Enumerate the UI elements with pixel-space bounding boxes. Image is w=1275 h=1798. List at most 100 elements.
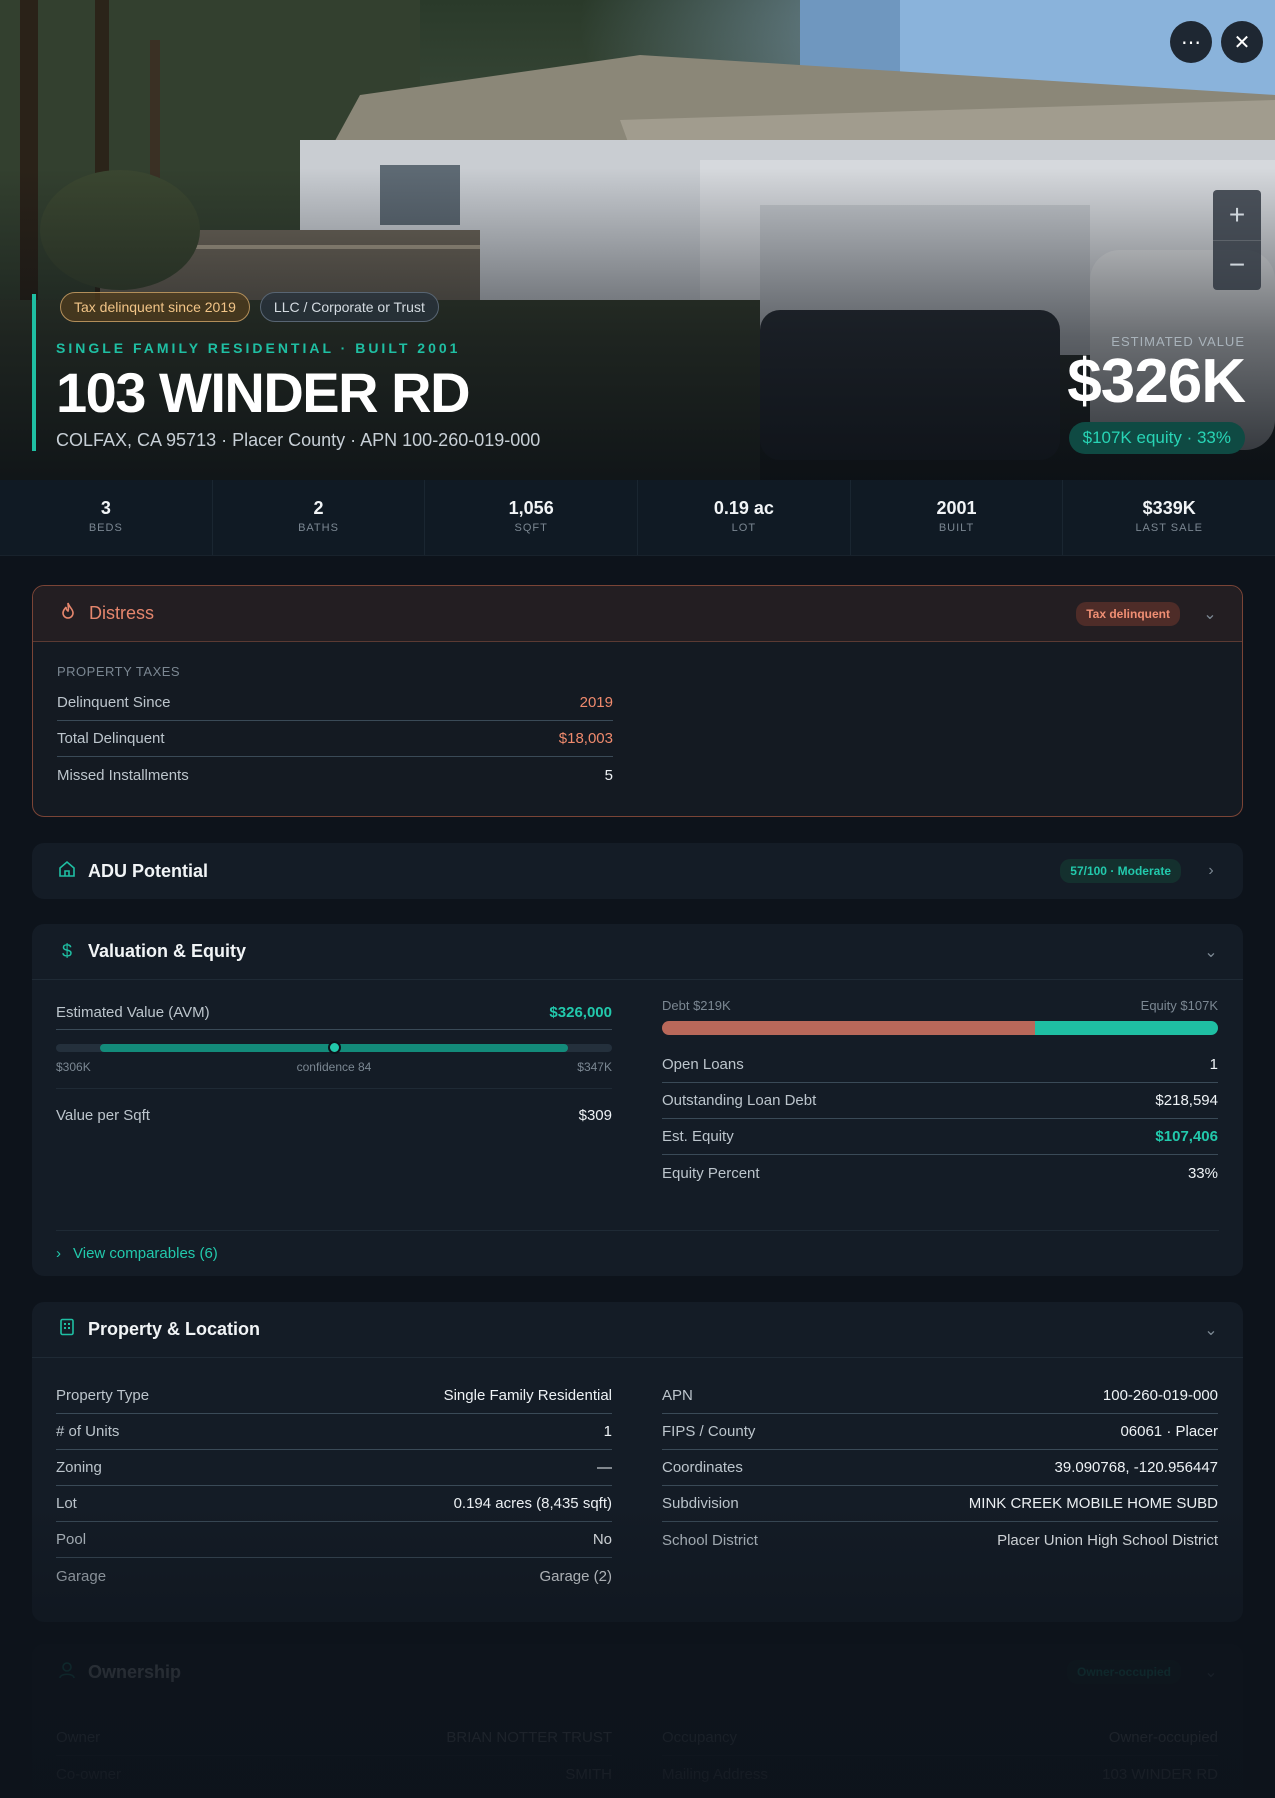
tax-delinquent-chip: Tax delinquent since 2019 (60, 292, 250, 322)
hero-chips: Tax delinquent since 2019 LLC / Corporat… (60, 292, 439, 322)
kv-key: Property Type (56, 1387, 150, 1404)
adu-title: ADU Potential (88, 860, 209, 881)
kv-value: 1 (1209, 1056, 1218, 1073)
tax-delinquent-badge: Tax delinquent (1076, 601, 1180, 626)
kv-value: 39.090768, -120.956447 (1054, 1459, 1218, 1476)
range-labels: $306K confidence 84 $347K (56, 1060, 612, 1074)
ownership-left-column: Owner BRIAN NOTTER TRUST Co-owner SMITH (56, 1720, 612, 1792)
kv-value: Single Family Residential (443, 1387, 612, 1404)
kv-key: Coordinates (662, 1459, 743, 1476)
kv-key: # of Units (56, 1423, 120, 1440)
distress-card: Distress Tax delinquent ⌄ PROPERTY TAXES… (32, 585, 1243, 817)
chevron-down-icon[interactable]: ⌄ (1203, 942, 1219, 962)
chevron-down-icon[interactable]: ⌄ (1202, 604, 1218, 624)
property-right-column: APN 100-260-019-000 FIPS / County 06061 · … (662, 1378, 1218, 1558)
kv-key: Est. Equity (662, 1128, 734, 1145)
avm-row: Estimated Value (AVM) $326,000 (56, 1004, 612, 1021)
chevron-down-icon[interactable]: ⌄ (1203, 1320, 1219, 1340)
stat-value: 2 (313, 498, 324, 518)
more-options-button[interactable]: ⋯ (1170, 21, 1212, 63)
close-button[interactable]: ✕ (1221, 21, 1263, 63)
avm-column: Estimated Value (AVM) $326,000 $306K con… (56, 1004, 612, 1124)
avm-value: $326,000 (549, 1004, 612, 1021)
kv-row: Total Delinquent $18,003 (57, 721, 613, 757)
ownership-title: Ownership (88, 1661, 182, 1682)
stats-bar: 3 BEDS 2 BATHS 1,056 SQFT 0.19 ac LOT 2001 BU… (0, 480, 1275, 556)
distress-title: Distress (89, 603, 155, 623)
value-range-point (328, 1041, 341, 1054)
kv-row: Occupancy Owner-occupied (662, 1720, 1218, 1756)
kv-row: Subdivision MINK CREEK MOBILE HOME SUBD (662, 1486, 1218, 1522)
value-per-sqft-label: Value per Sqft (56, 1107, 150, 1124)
stat-label: BEDS (88, 522, 123, 534)
property-header[interactable]: Property & Location ⌄ (32, 1302, 1243, 1358)
kv-row: # of Units 1 (56, 1414, 612, 1450)
kv-value: MINK CREEK MOBILE HOME SUBD (968, 1495, 1218, 1512)
chevron-down-icon[interactable]: ⌄ (1203, 1662, 1219, 1682)
equity-label: Equity $107K (1140, 998, 1218, 1013)
kv-key: APN (662, 1387, 693, 1404)
kv-key: Open Loans (662, 1056, 744, 1073)
kv-value: $18,003 (558, 730, 613, 747)
property-left-column: Property Type Single Family Residential #… (56, 1378, 612, 1594)
kv-key: Pool (56, 1531, 87, 1548)
kv-row: Mailing Address 103 WINDER RD (662, 1756, 1218, 1792)
kv-row: Owner BRIAN NOTTER TRUST (56, 1720, 612, 1756)
kv-row: School District Placer Union High School … (662, 1522, 1218, 1558)
kv-row: Est. Equity $107,406 (662, 1119, 1218, 1155)
range-low: $306K (56, 1060, 91, 1074)
valuation-card: $ Valuation & Equity ⌄ Estimated Value (… (32, 924, 1243, 1276)
debt-equity-labels: Debt $219K Equity $107K (662, 998, 1218, 1013)
stat-value: 3 (100, 498, 111, 518)
ownership-header[interactable]: Ownership Owner-occupied ⌄ (32, 1644, 1243, 1700)
zoom-in-button[interactable]: + (1213, 190, 1261, 241)
tax-details: Delinquent Since 2019 Total Delinquent $18… (57, 685, 613, 793)
kv-row: Pool No (56, 1522, 612, 1558)
kv-key: Outstanding Loan Debt (662, 1092, 817, 1109)
property-meta: SINGLE FAMILY RESIDENTIAL · BUILT 2001 (56, 340, 461, 356)
view-comparables-link[interactable]: › View comparables (6) (56, 1230, 1219, 1262)
valuation-title: Valuation & Equity (88, 941, 247, 961)
zoom-out-button[interactable]: − (1213, 241, 1261, 291)
confidence-label: confidence 84 (296, 1060, 372, 1074)
view-comparables-label: View comparables (6) (73, 1245, 218, 1262)
kv-key: Delinquent Since (57, 694, 171, 711)
equity-segment (1034, 1021, 1218, 1035)
kv-key: Co-owner (56, 1765, 122, 1783)
kv-row: Zoning — (56, 1450, 612, 1486)
chevron-right-icon[interactable]: › (1203, 862, 1219, 880)
kv-row: Delinquent Since 2019 (57, 685, 613, 721)
kv-value: Garage (2) (539, 1567, 612, 1585)
value-range-bar (56, 1041, 612, 1054)
address-subtitle: COLFAX, CA 95713 · Placer County · APN 1… (56, 429, 541, 450)
property-taxes-label: PROPERTY TAXES (57, 664, 181, 679)
stat-label: LAST SALE (1135, 522, 1203, 534)
stat-built: 2001 BUILT (851, 480, 1064, 555)
range-high: $347K (577, 1060, 612, 1074)
adu-header[interactable]: ADU Potential 57/100 · Moderate › (32, 843, 1243, 899)
kv-key: Mailing Address (662, 1765, 768, 1783)
kv-row: Property Type Single Family Residential (56, 1378, 612, 1414)
valuation-header[interactable]: $ Valuation & Equity ⌄ (32, 924, 1243, 980)
debt-equity-bar (662, 1021, 1218, 1035)
address-title: 103 WINDER RD (56, 361, 471, 424)
kv-value: No (592, 1531, 612, 1548)
adu-score-badge: 57/100 · Moderate (1060, 859, 1181, 883)
kv-value: — (597, 1459, 612, 1476)
kv-row: FIPS / County 06061 · Placer (662, 1414, 1218, 1450)
flame-icon (57, 602, 79, 625)
distress-header[interactable]: Distress Tax delinquent ⌄ (33, 586, 1242, 642)
ownership-card: Ownership Owner-occupied ⌄ Owner BRIAN NO… (32, 1644, 1243, 1798)
stat-baths: 2 BATHS (213, 480, 426, 555)
stat-last-sale: $339K LAST SALE (1063, 480, 1275, 555)
avm-label: Estimated Value (AVM) (56, 1004, 210, 1021)
adu-potential-card[interactable]: ADU Potential 57/100 · Moderate › (32, 843, 1243, 899)
kv-value: 5 (604, 766, 613, 784)
value-per-sqft-row: Value per Sqft $309 (56, 1107, 612, 1124)
kv-value: 0.194 acres (8,435 sqft) (453, 1495, 612, 1512)
kv-key: Missed Installments (57, 766, 189, 784)
kv-value: 100-260-019-000 (1102, 1387, 1218, 1404)
kv-value: Owner-occupied (1108, 1729, 1218, 1746)
kv-value: Placer Union High School District (997, 1531, 1218, 1549)
kv-row: Equity Percent 33% (662, 1155, 1218, 1191)
